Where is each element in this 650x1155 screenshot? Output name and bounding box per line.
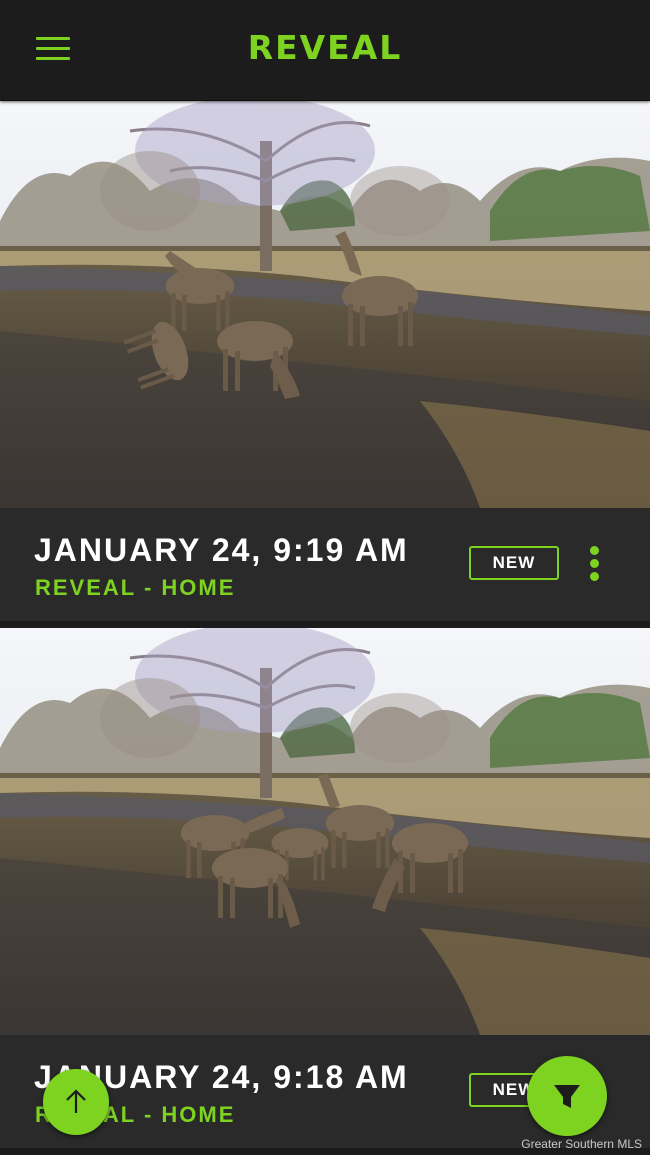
filter-button[interactable]: [527, 1056, 607, 1136]
scroll-to-top-button[interactable]: [43, 1069, 109, 1135]
top-app-bar: REVEAL: [0, 0, 650, 100]
camera-name: REVEAL - HOME: [35, 575, 236, 600]
photo-info-bar: JANUARY 24, 9:19 AM REVEAL - HOME NEW: [0, 508, 650, 621]
new-badge: NEW: [469, 546, 559, 580]
more-options-icon[interactable]: [584, 544, 606, 584]
photo-date: JANUARY 24, 9:19 AM: [34, 532, 409, 568]
trail-cam-photo[interactable]: [0, 101, 650, 508]
watermark: Greater Southern MLS: [521, 1137, 642, 1151]
app-logo: REVEAL: [247, 28, 403, 67]
filter-funnel-icon: [554, 1085, 580, 1108]
trail-cam-photo[interactable]: [0, 628, 650, 1035]
arrow-up-icon: [66, 1089, 86, 1113]
